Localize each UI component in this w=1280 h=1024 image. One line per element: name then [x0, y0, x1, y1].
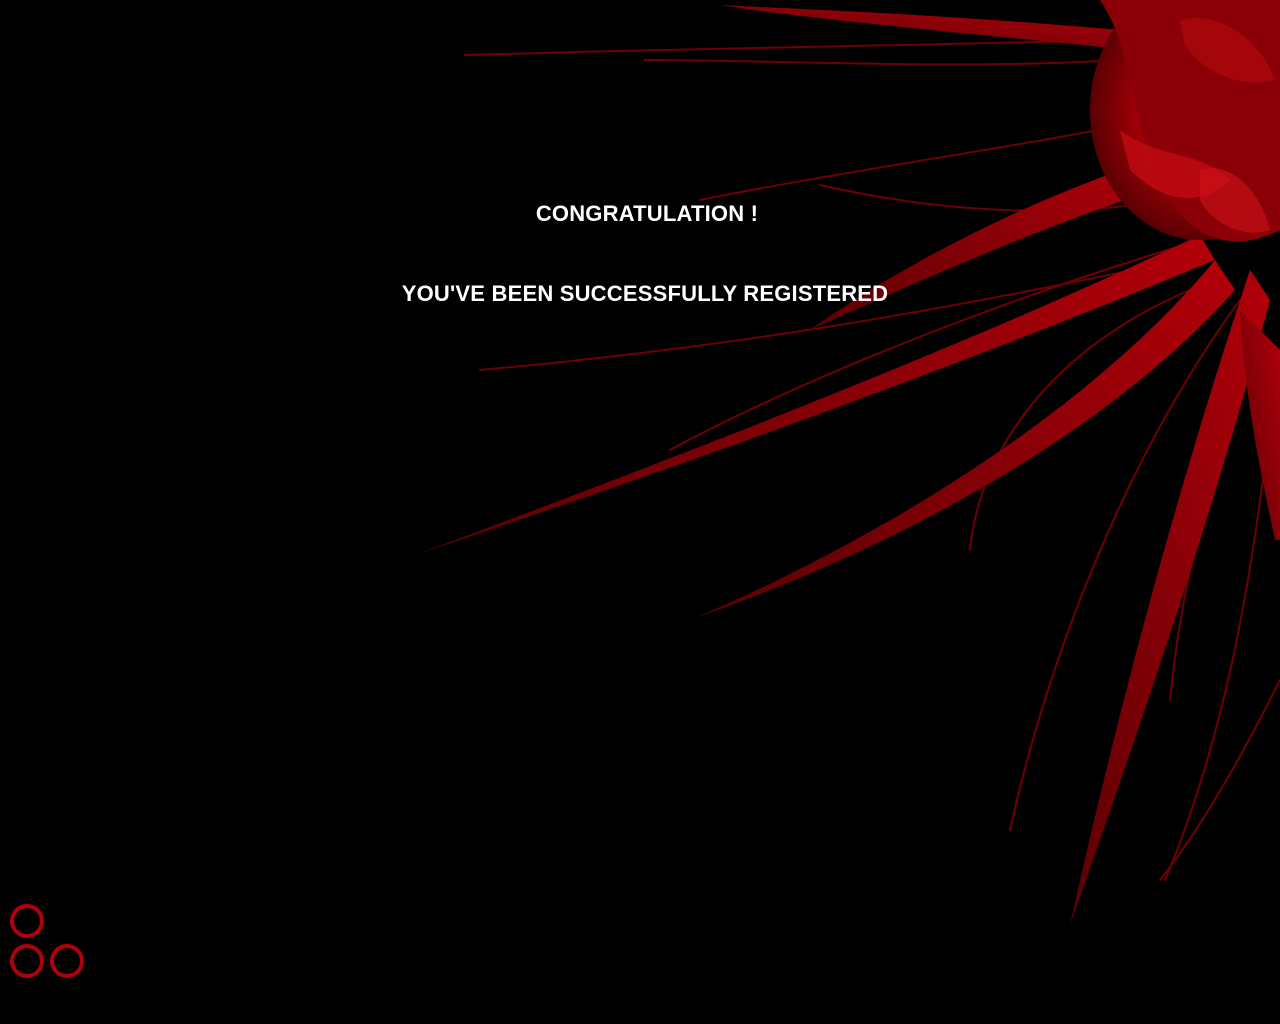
- three-red-rings-logo: [10, 904, 84, 978]
- red-tendrils-graphic: [415, 0, 1280, 925]
- success-message: YOU'VE BEEN SUCCESSFULLY REGISTERED: [401, 281, 889, 306]
- registration-success-page: CONGRATULATION ! YOU'VE BEEN SUCCESSFULL…: [0, 0, 1280, 1024]
- page-title: CONGRATULATION !: [535, 201, 759, 226]
